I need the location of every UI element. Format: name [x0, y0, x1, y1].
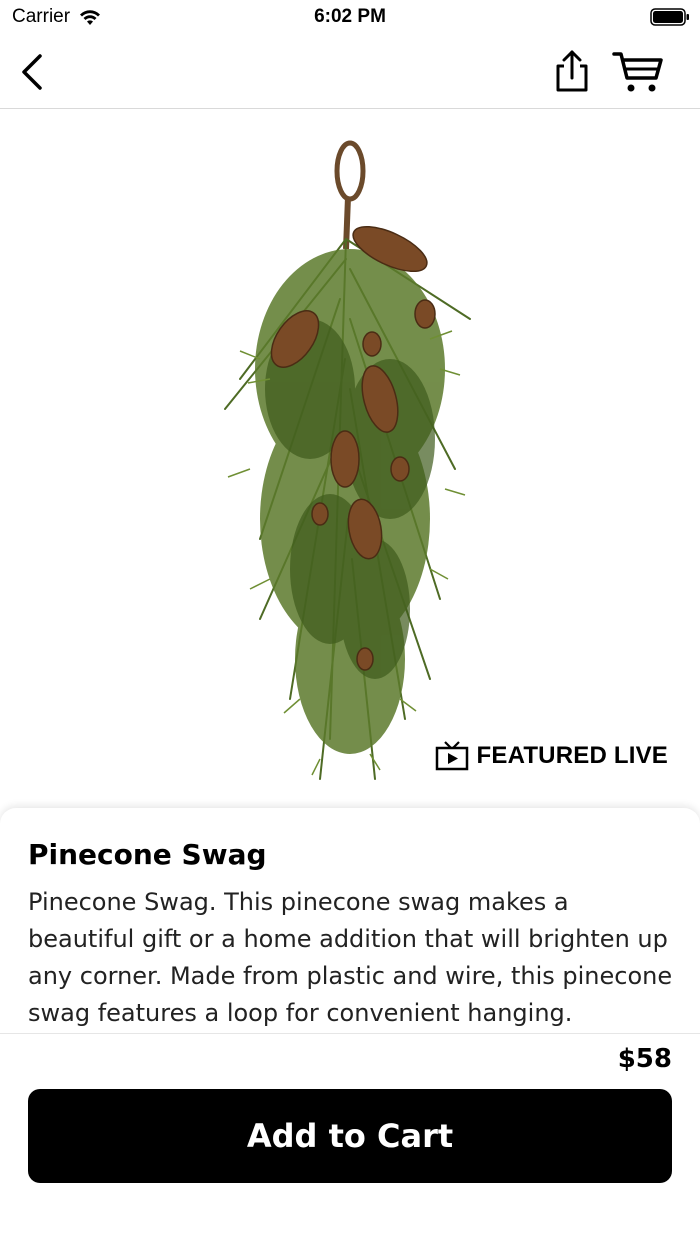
status-bar: Carrier 6:02 PM: [0, 0, 700, 36]
cart-icon[interactable]: [612, 50, 664, 94]
back-chevron-icon[interactable]: [18, 52, 48, 92]
share-icon[interactable]: [550, 48, 594, 94]
live-tv-icon: [435, 741, 468, 771]
pinecone-swag-image: [224, 140, 471, 780]
product-price: $58: [617, 1044, 672, 1074]
add-to-cart-button[interactable]: Add to Cart: [28, 1089, 672, 1183]
product-title: Pinecone Swag: [28, 838, 267, 871]
product-details-card: Pinecone Swag Pinecone Swag. This pineco…: [0, 808, 700, 1038]
featured-live-label: FEATURED LIVE: [476, 742, 668, 769]
navigation-bar: [0, 36, 700, 109]
purchase-bar: $58 Add to Cart: [0, 1033, 700, 1245]
featured-live-badge: FEATURED LIVE: [435, 741, 669, 771]
product-description: Pinecone Swag. This pinecone swag makes …: [28, 888, 673, 1027]
product-image-area: FEATURED LIVE: [0, 109, 700, 809]
battery-icon: [650, 8, 689, 26]
status-time: 6:02 PM: [314, 6, 386, 27]
